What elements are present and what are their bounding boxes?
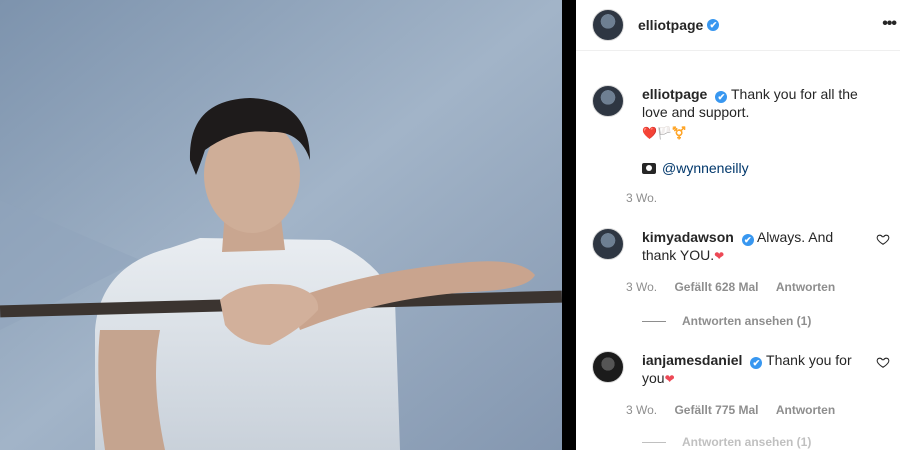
comment-meta: 3 Wo. Gefällt 628 Mal Antworten <box>626 280 849 294</box>
comment-body: kimyadawson ✔ Always. And thank YOU.❤ <box>642 228 862 265</box>
comment-username[interactable]: ianjamesdaniel <box>642 352 742 368</box>
comment-time[interactable]: 3 Wo. <box>626 280 657 294</box>
more-options-icon[interactable]: ••• <box>882 15 897 33</box>
caption-body: elliotpage ✔ Thank you for all the love a… <box>642 85 862 121</box>
view-replies-button[interactable]: Antworten ansehen (1) <box>642 314 811 328</box>
like-heart-icon[interactable] <box>876 355 890 369</box>
avatar[interactable] <box>592 351 624 383</box>
verified-badge-icon: ✔ <box>707 19 720 31</box>
view-replies-label: Antworten ansehen (1) <box>682 314 812 328</box>
replies-divider <box>642 441 666 443</box>
comment-username[interactable]: kimyadawson <box>642 229 734 245</box>
like-heart-icon[interactable] <box>876 232 890 246</box>
comment-body: ianjamesdaniel ✔ Thank you for you❤ <box>642 351 862 388</box>
credit-mention-link[interactable]: @wynneneilly <box>662 160 749 176</box>
portrait-photo <box>0 0 562 450</box>
heart-emoji: ❤ <box>714 249 725 263</box>
view-replies-button[interactable]: Antworten ansehen (1) <box>642 435 811 449</box>
caption-time[interactable]: 3 Wo. <box>626 191 657 205</box>
view-replies-label: Antworten ansehen (1) <box>682 435 812 449</box>
caption-meta: 3 Wo. <box>626 191 671 205</box>
post-photo[interactable] <box>0 0 562 450</box>
verified-badge-icon: ✔ <box>750 357 763 369</box>
caption-credit: @wynneneilly <box>642 159 862 177</box>
post-header: elliotpage ✔ ••• <box>576 0 900 51</box>
reply-button[interactable]: Antworten <box>776 403 835 417</box>
caption-emoji-text: ❤️🏳️⚧️ <box>642 126 687 140</box>
pane-divider <box>562 0 576 450</box>
heart-emoji: ❤ <box>664 372 675 386</box>
comment-likes[interactable]: Gefällt 628 Mal <box>674 280 758 294</box>
post-author-username[interactable]: elliotpage <box>638 17 703 33</box>
comment-time[interactable]: 3 Wo. <box>626 403 657 417</box>
replies-divider <box>642 320 666 322</box>
avatar[interactable] <box>592 9 624 41</box>
caption-username[interactable]: elliotpage <box>642 86 707 102</box>
comment-meta: 3 Wo. Gefällt 775 Mal Antworten <box>626 403 849 417</box>
verified-badge-icon: ✔ <box>715 91 728 103</box>
reply-button[interactable]: Antworten <box>776 280 835 294</box>
avatar[interactable] <box>592 228 624 260</box>
comment-likes[interactable]: Gefällt 775 Mal <box>674 403 758 417</box>
avatar[interactable] <box>592 85 624 117</box>
verified-badge-icon: ✔ <box>741 234 754 246</box>
camera-icon <box>642 163 656 174</box>
caption-emojis: ❤️🏳️⚧️ <box>642 123 862 142</box>
post-side-panel: elliotpage ✔ ••• elliotpage ✔ Thank you f… <box>576 0 900 450</box>
